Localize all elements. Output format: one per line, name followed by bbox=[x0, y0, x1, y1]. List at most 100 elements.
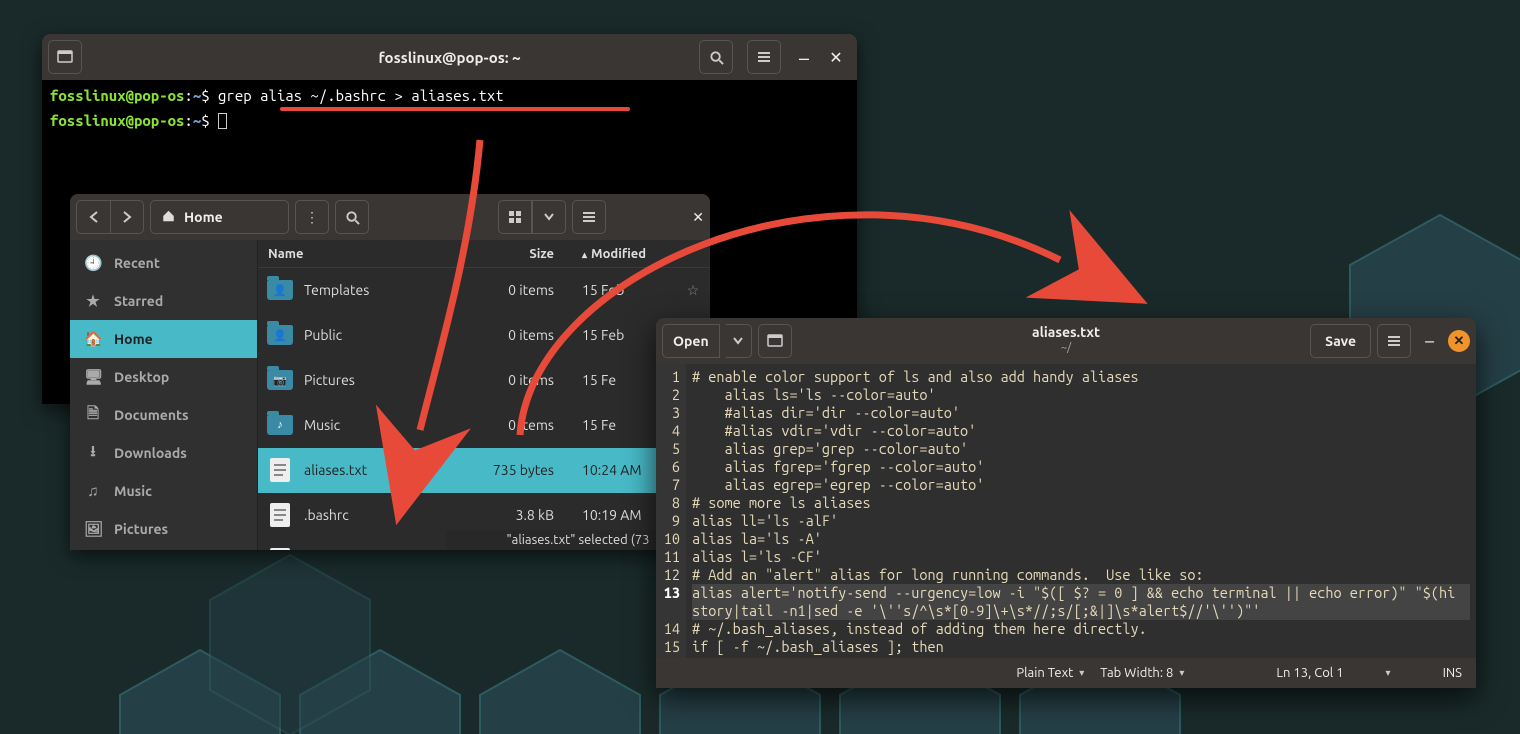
sidebar-item-downloads[interactable]: ⭳ Downloads bbox=[70, 434, 257, 472]
line-number-gutter: 12345678910111213 1415 bbox=[656, 364, 686, 658]
folder-icon: 📷 bbox=[267, 370, 293, 390]
open-dropdown-button[interactable] bbox=[726, 324, 752, 358]
file-size: 3.8 kB bbox=[476, 507, 566, 523]
terminal-cursor bbox=[218, 113, 227, 129]
code-line: alias ll='ls -alF' bbox=[692, 512, 1470, 530]
code-line: #alias vdir='vdir --color=auto' bbox=[692, 422, 1470, 440]
sidebar-item-label: Documents bbox=[114, 407, 189, 423]
column-modified-header[interactable]: ▴Modified bbox=[566, 247, 676, 261]
folder-icon: 👤 bbox=[267, 325, 293, 345]
code-area[interactable]: # enable color support of ls and also ad… bbox=[686, 364, 1476, 658]
sidebar-item-music[interactable]: ♫ Music bbox=[70, 472, 257, 510]
column-size-header[interactable]: Size bbox=[476, 247, 566, 261]
file-modified: 15 Feb bbox=[566, 282, 676, 298]
close-button[interactable]: ✕ bbox=[821, 48, 851, 67]
syntax-selector[interactable]: Plain Text▾ bbox=[1016, 666, 1084, 680]
sidebar-item-label: Downloads bbox=[114, 445, 187, 461]
hamburger-menu-button[interactable] bbox=[747, 40, 781, 74]
new-document-button[interactable] bbox=[758, 324, 792, 358]
file-icon bbox=[270, 458, 290, 482]
download-icon: ⭳ bbox=[84, 441, 102, 466]
pictures-icon: 🖼 bbox=[84, 520, 102, 538]
home-icon: 🏠 bbox=[84, 330, 102, 348]
save-button[interactable]: Save bbox=[1310, 324, 1371, 358]
file-size: 735 bytes bbox=[476, 462, 566, 478]
annotation-underline bbox=[280, 107, 630, 111]
editor-body[interactable]: 12345678910111213 1415 # enable color su… bbox=[656, 364, 1476, 658]
sidebar-item-starred[interactable]: ★ Starred bbox=[70, 282, 257, 320]
code-line: alias l='ls -CF' bbox=[692, 548, 1470, 566]
code-line: alias egrep='egrep --color=auto' bbox=[692, 476, 1470, 494]
star-icon: ★ bbox=[84, 292, 102, 310]
file-name: .bashrc bbox=[302, 507, 476, 523]
sidebar-item-label: Home bbox=[114, 331, 153, 347]
code-line: if [ -f ~/.bash_aliases ]; then bbox=[692, 638, 1470, 656]
terminal-command: grep alias ~/.bashrc > aliases.txt bbox=[218, 87, 504, 104]
star-toggle[interactable]: ☆ bbox=[676, 282, 710, 299]
search-button[interactable] bbox=[699, 40, 733, 74]
minimize-button[interactable]: – bbox=[1417, 331, 1442, 351]
terminal-titlebar: fosslinux@pop-os: ~ – ✕ bbox=[42, 34, 857, 80]
sidebar-item-recent[interactable]: 🕘Recent bbox=[70, 244, 257, 282]
sidebar-item-pictures[interactable]: 🖼 Pictures bbox=[70, 510, 257, 548]
close-button[interactable]: ✕ bbox=[1448, 330, 1470, 352]
code-line: alias fgrep='fgrep --color=auto' bbox=[692, 458, 1470, 476]
path-more-button[interactable]: ⋮ bbox=[295, 200, 329, 234]
home-icon bbox=[161, 209, 176, 226]
hamburger-menu-button[interactable] bbox=[1377, 324, 1411, 358]
prompt-user: fosslinux@pop-os bbox=[50, 87, 184, 104]
sidebar-item-label: Recent bbox=[114, 255, 160, 271]
file-manager-headerbar: Home ⋮ ✕ bbox=[70, 194, 710, 240]
code-line: alias grep='grep --color=auto' bbox=[692, 440, 1470, 458]
file-row[interactable]: 📷 Pictures 0 items 15 Fe bbox=[258, 358, 710, 403]
path-label: Home bbox=[184, 209, 223, 225]
sidebar-item-label: Starred bbox=[114, 293, 163, 309]
column-name-header[interactable]: Name bbox=[258, 247, 476, 261]
sidebar-item-label: Music bbox=[114, 483, 152, 499]
grid-view-button[interactable] bbox=[498, 200, 532, 234]
file-name: Templates bbox=[302, 282, 476, 298]
desktop-icon: 🖥 bbox=[84, 368, 102, 386]
path-bar[interactable]: Home bbox=[150, 200, 289, 234]
open-button[interactable]: Open bbox=[662, 324, 720, 358]
insert-mode-indicator[interactable]: INS bbox=[1443, 666, 1462, 680]
file-icon bbox=[270, 548, 290, 550]
sidebar-item-home[interactable]: 🏠 Home bbox=[70, 320, 257, 358]
sidebar-item-label: Desktop bbox=[114, 369, 169, 385]
view-dropdown-button[interactable] bbox=[532, 200, 566, 234]
new-tab-button[interactable] bbox=[48, 40, 82, 74]
file-row[interactable]: 👤 Templates 0 items 15 Feb ☆ bbox=[258, 268, 710, 313]
editor-headerbar: Open aliases.txt ~/ Save – ✕ bbox=[656, 318, 1476, 364]
sidebar-item-documents[interactable]: 🗎 Documents bbox=[70, 396, 257, 434]
forward-button[interactable] bbox=[110, 200, 144, 234]
folder-icon: ♪ bbox=[267, 415, 293, 435]
file-name: Public bbox=[302, 327, 476, 343]
file-name: Pictures bbox=[302, 372, 476, 388]
folder-icon: 👤 bbox=[267, 280, 293, 300]
code-line: # enable color support of ls and also ad… bbox=[692, 368, 1470, 386]
file-list-pane: Name Size ▴Modified 👤 Templates 0 items … bbox=[258, 240, 710, 550]
file-name: aliases.txt bbox=[302, 462, 476, 478]
code-line: # ~/.bash_aliases, instead of adding the… bbox=[692, 620, 1470, 638]
file-manager-window: Home ⋮ ✕ 🕘Recent ★ Starred 🏠 Home 🖥 Desktop 🗎 Do… bbox=[70, 194, 710, 550]
file-size: 0 items bbox=[476, 417, 566, 433]
file-icon bbox=[270, 503, 290, 527]
minimize-button[interactable]: – bbox=[789, 46, 819, 69]
tab-width-selector[interactable]: Tab Width: 8▾ bbox=[1100, 666, 1184, 680]
search-button[interactable] bbox=[335, 200, 369, 234]
close-button[interactable]: ✕ bbox=[692, 209, 704, 226]
document-icon: 🗎 bbox=[84, 403, 102, 428]
file-size: 0 items bbox=[476, 372, 566, 388]
column-headers: Name Size ▴Modified bbox=[258, 240, 710, 268]
sidebar: 🕘Recent ★ Starred 🏠 Home 🖥 Desktop 🗎 Documents ⭳ D… bbox=[70, 240, 258, 550]
code-line: # Add an "alert" alias for long running … bbox=[692, 566, 1470, 584]
music-icon: ♫ bbox=[84, 482, 102, 500]
file-row[interactable]: ♪ Music 0 items 15 Fe bbox=[258, 403, 710, 448]
back-button[interactable] bbox=[76, 200, 110, 234]
file-row[interactable]: aliases.txt 735 bytes 10:24 AM bbox=[258, 448, 710, 493]
cursor-position[interactable]: Ln 13, Col 1▾ bbox=[1276, 666, 1390, 680]
file-row[interactable]: 👤 Public 0 items 15 Feb bbox=[258, 313, 710, 358]
sidebar-item-label: Pictures bbox=[114, 521, 168, 537]
hamburger-menu-button[interactable] bbox=[572, 200, 606, 234]
sidebar-item-desktop[interactable]: 🖥 Desktop bbox=[70, 358, 257, 396]
